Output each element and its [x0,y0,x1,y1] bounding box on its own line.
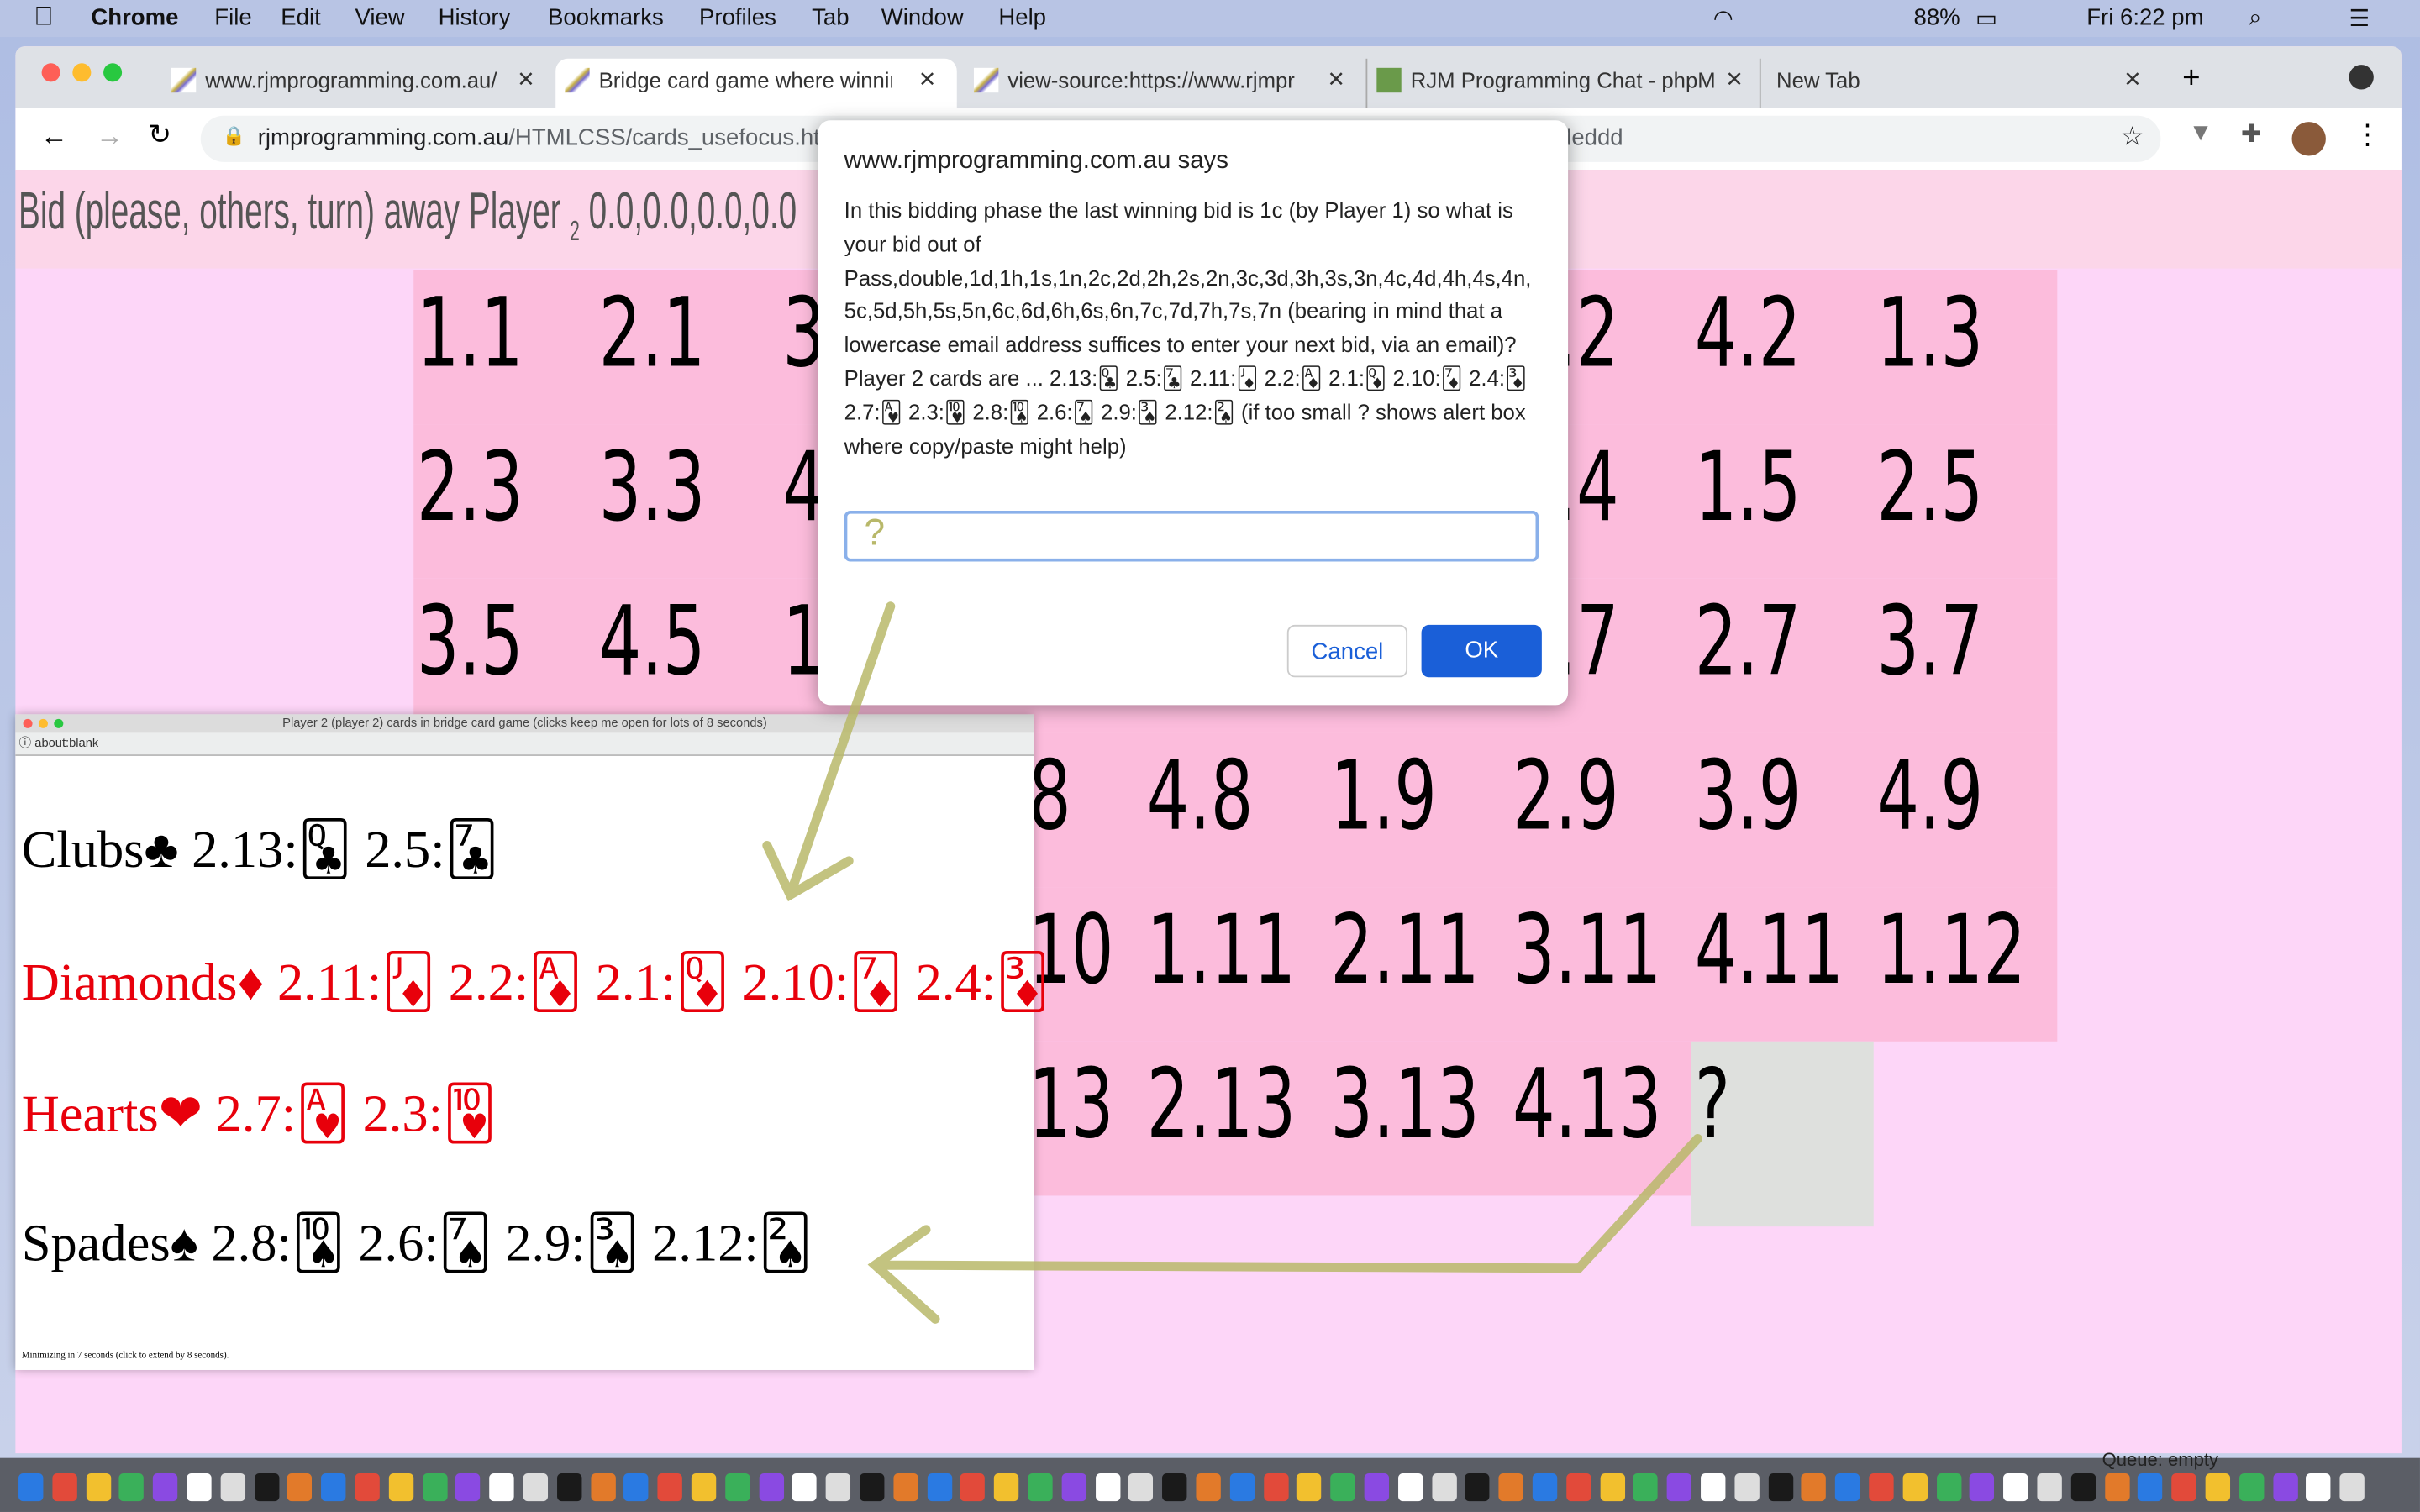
dock-app-icon[interactable] [2138,1473,2163,1502]
dock-app-icon[interactable] [388,1473,413,1502]
dock-app-icon[interactable] [1128,1473,1154,1502]
dock-app-icon[interactable] [2003,1473,2028,1502]
dock-app-icon[interactable] [1162,1473,1187,1502]
dock-app-icon[interactable] [994,1473,1019,1502]
dock-app-icon[interactable] [523,1473,549,1502]
dock-app-icon[interactable] [758,1473,784,1502]
dock-app-icon[interactable] [691,1473,717,1502]
dock-app-icon[interactable] [422,1473,447,1502]
dock-app-icon[interactable] [1565,1473,1591,1502]
dock-app-icon[interactable] [18,1473,44,1502]
annotation-arrows [762,601,1702,1324]
dock-app-icon[interactable] [153,1473,178,1502]
dock-app-icon[interactable] [1498,1473,1524,1502]
dock-app-icon[interactable] [1028,1473,1053,1502]
dock-app-icon[interactable] [2306,1473,2332,1502]
dock-app-icon[interactable] [1835,1473,1860,1502]
dock-app-icon[interactable] [1364,1473,1390,1502]
screen:  Chrome File Edit View History Bookmark… [0,0,2420,1512]
dock-app-icon[interactable] [1431,1473,1457,1502]
dock-app-icon[interactable] [623,1473,650,1502]
dock: Queue: empty [0,1449,2420,1512]
dock-app-icon[interactable] [1196,1473,1221,1502]
dock-app-icon[interactable] [590,1473,616,1502]
dock-app-icon[interactable] [489,1473,514,1502]
dock-app-icon[interactable] [2104,1473,2129,1502]
dock-app-icon[interactable] [455,1473,481,1502]
dock-app-icon[interactable] [1599,1473,1625,1502]
dock-app-icon[interactable] [2238,1473,2265,1502]
dock-app-icon[interactable] [960,1473,986,1502]
dock-app-icon[interactable] [254,1473,279,1502]
dock-app-icon[interactable] [724,1473,750,1502]
dock-app-icon[interactable] [1465,1473,1491,1502]
dock-app-icon[interactable] [355,1473,380,1502]
annotation-arrow-down [762,601,896,902]
dock-app-icon[interactable] [1701,1473,1726,1502]
dock-app-icon[interactable] [86,1473,111,1502]
dock-app-icon[interactable] [893,1473,918,1502]
dock-app-icon[interactable] [220,1473,245,1502]
dock-app-icon[interactable] [1095,1473,1120,1502]
dock-app-icon[interactable] [1061,1473,1086,1502]
dock-app-icon[interactable] [187,1473,212,1502]
dock-app-icon[interactable] [1970,1473,1995,1502]
dock-app-icon[interactable] [1734,1473,1760,1502]
dock-app-icon[interactable] [2070,1473,2096,1502]
dock-app-icon[interactable] [287,1473,313,1502]
dock-app-icon[interactable] [1869,1473,1894,1502]
dock-app-icon[interactable] [1330,1473,1355,1502]
dock-app-icon[interactable] [1936,1473,1961,1502]
dock-app-icon[interactable] [2171,1473,2196,1502]
dock-app-icon[interactable] [860,1473,885,1502]
dock-app-icon[interactable] [321,1473,346,1502]
dock-app-icon[interactable] [825,1473,851,1502]
dock-app-icon[interactable] [2272,1473,2298,1502]
dock-app-icon[interactable] [792,1473,818,1502]
dock-app-icon[interactable] [1802,1473,1827,1502]
annotation-arrow-left [867,1133,1702,1324]
dock-app-icon[interactable] [556,1473,582,1502]
dock-app-icon[interactable] [1902,1473,1928,1502]
dock-app-icon[interactable] [1768,1473,1793,1502]
dock-app-icon[interactable] [2339,1473,2365,1502]
dock-app-icon[interactable] [1297,1473,1322,1502]
dock-app-icon[interactable] [1633,1473,1659,1502]
dock-app-icon[interactable] [119,1473,145,1502]
queue-status: Queue: empty [2102,1448,2219,1471]
dock-app-icon[interactable] [1263,1473,1288,1502]
dock-app-icon[interactable] [52,1473,77,1502]
dock-app-icon[interactable] [2037,1473,2062,1502]
dock-app-icon[interactable] [1666,1473,1692,1502]
dock-app-icon[interactable] [657,1473,683,1502]
dock-app-icon[interactable] [927,1473,952,1502]
dock-app-icon[interactable] [1397,1473,1423,1502]
dock-app-icon[interactable] [1229,1473,1255,1502]
dock-app-icon[interactable] [2205,1473,2231,1502]
dock-app-icon[interactable] [1532,1473,1558,1502]
